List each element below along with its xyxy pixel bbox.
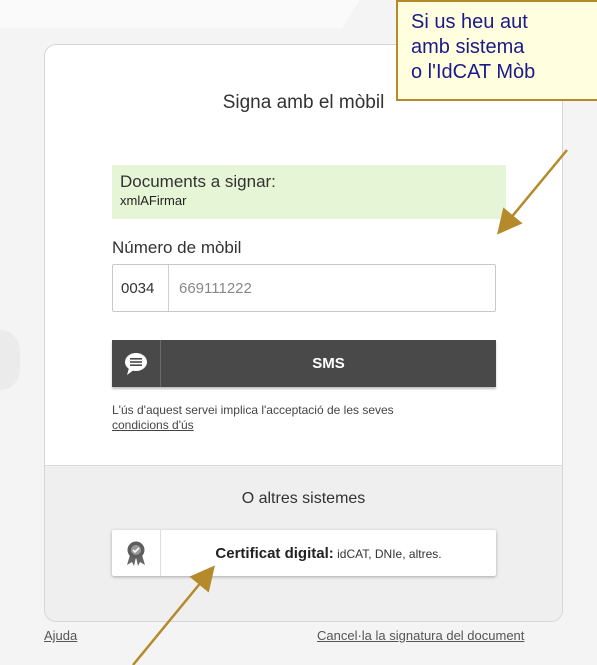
- callout-line-3: o l'IdCAT Mòb: [411, 61, 536, 83]
- phone-prefix[interactable]: 0034: [113, 265, 169, 311]
- sms-button[interactable]: SMS: [112, 340, 496, 387]
- documents-box: Documents a signar: xmlAFirmar: [112, 165, 506, 219]
- cert-button-rest: idCAT, DNIe, altres.: [333, 546, 442, 561]
- certificate-badge-icon: [112, 530, 161, 576]
- phone-label: Número de mòbil: [112, 238, 242, 257]
- callout-line-1: Si us heu aut: [411, 11, 528, 33]
- phone-input[interactable]: [169, 264, 495, 312]
- sign-card: Signa amb el mòbil Documents a signar: x…: [44, 44, 563, 622]
- terms-notice: L'ús d'aquest servei implica l'acceptaci…: [112, 403, 492, 433]
- background-shape-left: [0, 330, 20, 390]
- chat-bubble-icon: [112, 340, 161, 387]
- background-shape: [0, 0, 360, 28]
- cert-button-label: Certificat digital: idCAT, DNIe, altres.: [161, 545, 496, 562]
- terms-link[interactable]: condicions d'ús: [112, 418, 492, 433]
- cert-button-bold: Certificat digital:: [215, 544, 334, 562]
- digital-certificate-button[interactable]: Certificat digital: idCAT, DNIe, altres.: [112, 530, 496, 576]
- terms-text: L'ús d'aquest servei implica l'acceptaci…: [112, 403, 394, 417]
- other-systems-section: O altres sistemes Certificat digital: id…: [45, 465, 562, 621]
- document-name: xmlAFirmar: [120, 193, 187, 208]
- documents-label: Documents a signar:: [120, 172, 276, 191]
- callout-box: Si us heu aut amb sistema o l'IdCAT Mòb: [396, 0, 597, 101]
- sms-button-label: SMS: [312, 355, 345, 372]
- callout-line-2: amb sistema: [411, 36, 525, 58]
- other-systems-title: O altres sistemes: [241, 490, 366, 507]
- phone-field: 0034: [112, 264, 496, 312]
- help-link[interactable]: Ajuda: [44, 628, 77, 643]
- cancel-signature-link[interactable]: Cancel·la la signatura del document: [317, 628, 524, 643]
